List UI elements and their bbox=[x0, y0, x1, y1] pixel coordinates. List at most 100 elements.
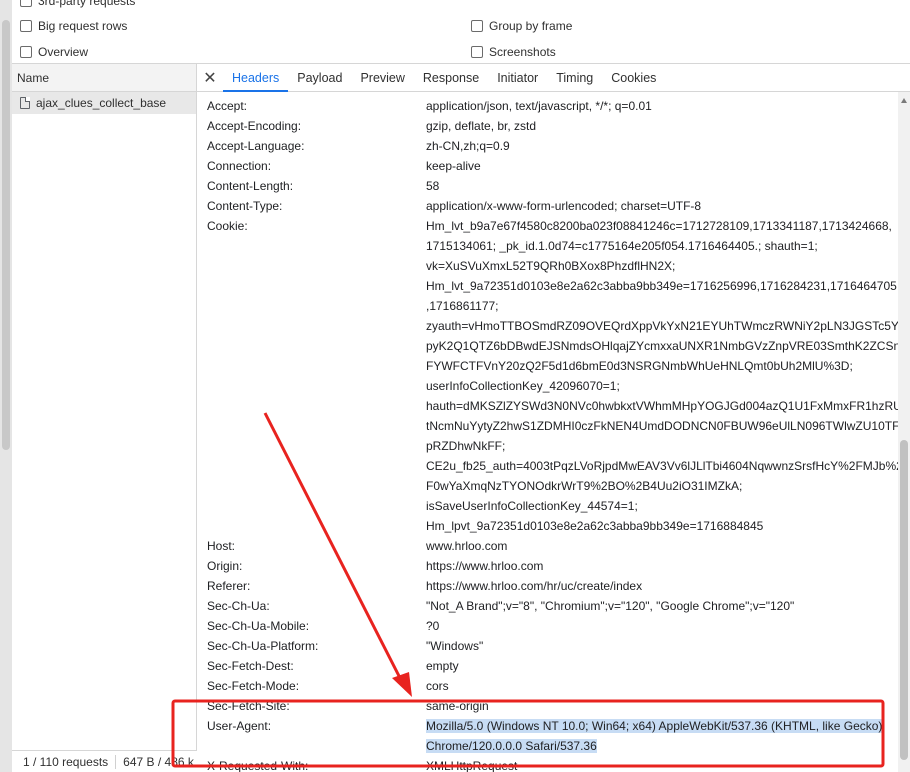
header-value: ?0 bbox=[426, 619, 440, 633]
header-name: Accept: bbox=[207, 99, 248, 113]
cookie-line: vk=XuSVuXmxL52T9QRh0BXox8PhzdflHN2X; bbox=[426, 259, 676, 273]
document-icon bbox=[20, 97, 30, 109]
transferred-size: 647 B / 486 k bbox=[123, 754, 194, 769]
checkbox[interactable] bbox=[20, 20, 32, 32]
close-icon[interactable]: ✕ bbox=[197, 64, 223, 91]
option-label: 3rd-party requests bbox=[38, 0, 136, 8]
header-row-content-type: Content-Type: application/x-www-form-urle… bbox=[207, 196, 887, 216]
checkbox[interactable] bbox=[20, 46, 32, 58]
header-value: "Windows" bbox=[426, 639, 484, 653]
tab-headers[interactable]: Headers bbox=[223, 64, 289, 92]
header-value: https://www.hrloo.com bbox=[426, 559, 544, 573]
header-name: Content-Length: bbox=[207, 179, 294, 193]
left-scrollbar-thumb[interactable] bbox=[2, 20, 10, 450]
header-name: Sec-Ch-Ua-Platform: bbox=[207, 639, 319, 653]
header-name: Referer: bbox=[207, 579, 251, 593]
tab-label: Initiator bbox=[497, 70, 539, 85]
cookie-line: Hm_lvt_b9a7e67f4580c8200ba023f08841246c=… bbox=[426, 219, 892, 233]
details-scrollbar[interactable] bbox=[898, 92, 910, 772]
cookie-line: 1715134061; _pk_id.1.0d74=c1775164e205f0… bbox=[426, 239, 818, 253]
cookie-line: FYWFCTFVnY20zQ2F5d1d6bmE0d3NSRGNmbWhUeHN… bbox=[426, 359, 853, 373]
header-value: https://www.hrloo.com/hr/uc/create/index bbox=[426, 579, 643, 593]
checkbox[interactable] bbox=[471, 20, 483, 32]
request-headers-list: Accept: application/json, text/javascript… bbox=[207, 96, 909, 772]
tab-payload[interactable]: Payload bbox=[288, 64, 351, 91]
tab-label: Cookies bbox=[611, 70, 657, 85]
header-name: Sec-Fetch-Dest: bbox=[207, 659, 294, 673]
header-row-referer: Referer: https://www.hrloo.com/hr/uc/crea… bbox=[207, 576, 887, 596]
header-row-accept-language: Accept-Language: zh-CN,zh;q=0.9 bbox=[207, 136, 887, 156]
cookie-line: CE2u_fb25_auth=4003tPqzLVoRjpdMwEAV3Vv6l… bbox=[426, 459, 903, 473]
tab-initiator[interactable]: Initiator bbox=[488, 64, 547, 91]
header-row-origin: Origin: https://www.hrloo.com bbox=[207, 556, 887, 576]
status-bar: 1 / 110 requests 647 B / 486 k bbox=[12, 750, 197, 772]
header-row-sec-ch-ua-mobile: Sec-Ch-Ua-Mobile: ?0 bbox=[207, 616, 887, 636]
option-big-request-rows[interactable]: Big request rows bbox=[20, 16, 127, 36]
header-name: Sec-Ch-Ua: bbox=[207, 599, 270, 613]
tab-preview[interactable]: Preview bbox=[351, 64, 413, 91]
header-name: Accept-Language: bbox=[207, 139, 305, 153]
header-value: "Not_A Brand";v="8", "Chromium";v="120",… bbox=[426, 599, 795, 613]
header-row-sec-ch-ua-platform: Sec-Ch-Ua-Platform: "Windows" bbox=[207, 636, 887, 656]
header-name: Accept-Encoding: bbox=[207, 119, 302, 133]
header-row-sec-fetch-mode: Sec-Fetch-Mode: cors bbox=[207, 676, 887, 696]
checkbox[interactable] bbox=[471, 46, 483, 58]
header-name: Connection: bbox=[207, 159, 272, 173]
name-column-header[interactable]: Name bbox=[12, 64, 196, 92]
header-name: Content-Type: bbox=[207, 199, 283, 213]
tab-response[interactable]: Response bbox=[414, 64, 488, 91]
option-label: Screenshots bbox=[489, 45, 556, 59]
header-row-accept: Accept: application/json, text/javascript… bbox=[207, 96, 887, 116]
tab-label: Payload bbox=[297, 70, 343, 85]
header-value: Mozilla/5.0 (Windows NT 10.0; Win64; x64… bbox=[426, 716, 886, 756]
header-row-x-requested-with: X-Requested-With: XMLHttpRequest bbox=[207, 756, 887, 772]
option-screenshots[interactable]: Screenshots bbox=[471, 42, 556, 62]
header-value: cors bbox=[426, 679, 449, 693]
header-value: www.hrloo.com bbox=[426, 539, 508, 553]
scroll-up-icon[interactable] bbox=[901, 98, 907, 103]
cookie-line: hauth=dMKSZlZYSWd3N0NVc0hwbkxtVWhmMHpYOG… bbox=[426, 399, 902, 413]
header-row-user-agent: User-Agent: Mozilla/5.0 (Windows NT 10.0… bbox=[207, 716, 887, 756]
tab-label: Preview bbox=[360, 70, 405, 85]
header-name: Sec-Fetch-Site: bbox=[207, 699, 290, 713]
header-value: gzip, deflate, br, zstd bbox=[426, 119, 537, 133]
cookie-line: pyK2Q1QTZ6bDBwdEJSNmdsOHlqajZYcmxxaUNXR1… bbox=[426, 339, 909, 353]
cookie-line: tNcmNuYytyZ2hwS1ZDMHI0czFkNEN4UmdDODNCN0… bbox=[426, 419, 900, 433]
header-name: Host: bbox=[207, 539, 236, 553]
left-scrollbar[interactable] bbox=[0, 0, 12, 772]
option-label: Group by frame bbox=[489, 19, 573, 33]
cookie-line: pRZDhwNkFF; bbox=[426, 439, 506, 453]
option-label: Overview bbox=[38, 45, 89, 59]
user-agent-line: Mozilla/5.0 (Windows NT 10.0; Win64; x64… bbox=[426, 719, 883, 733]
cookie-line: userInfoCollectionKey_42096070=1; bbox=[426, 379, 620, 393]
details-tab-bar: ✕ Headers Payload Preview Response Initi… bbox=[197, 64, 910, 92]
cookie-line: Hm_lvt_9a72351d0103e8e2a62c3abba9bb349e=… bbox=[426, 279, 897, 293]
name-header-label: Name bbox=[17, 70, 50, 85]
request-name: ajax_clues_collect_base bbox=[36, 96, 167, 110]
header-name: Sec-Ch-Ua-Mobile: bbox=[207, 619, 310, 633]
checkbox[interactable] bbox=[20, 0, 32, 7]
header-name: Origin: bbox=[207, 559, 243, 573]
tab-label: Headers bbox=[232, 70, 280, 85]
header-row-connection: Connection: keep-alive bbox=[207, 156, 887, 176]
tab-timing[interactable]: Timing bbox=[547, 64, 602, 91]
tab-label: Timing bbox=[556, 70, 594, 85]
network-options: 3rd-party requests Big request rows Over… bbox=[12, 0, 910, 64]
header-value: Hm_lvt_b9a7e67f4580c8200ba023f08841246c=… bbox=[426, 216, 909, 536]
tab-cookies[interactable]: Cookies bbox=[602, 64, 665, 91]
cookie-line: ,1716861177; bbox=[426, 299, 499, 313]
status-divider bbox=[115, 754, 117, 769]
header-row-cookie: Cookie: Hm_lvt_b9a7e67f4580c8200ba023f08… bbox=[207, 216, 909, 536]
header-row-sec-ch-ua: Sec-Ch-Ua: "Not_A Brand";v="8", "Chromium… bbox=[207, 596, 887, 616]
header-name: Cookie: bbox=[207, 219, 248, 233]
request-row[interactable]: ajax_clues_collect_base bbox=[12, 92, 196, 114]
cookie-line: Hm_lpvt_9a72351d0103e8e2a62c3abba9bb349e… bbox=[426, 519, 764, 533]
option-group-by-frame[interactable]: Group by frame bbox=[471, 16, 572, 36]
details-scrollbar-thumb[interactable] bbox=[900, 440, 908, 760]
option-overview[interactable]: Overview bbox=[20, 42, 88, 62]
cookie-line: isSaveUserInfoCollectionKey_44574=1; bbox=[426, 499, 638, 513]
option-third-party[interactable]: 3rd-party requests bbox=[20, 0, 135, 11]
header-value: application/x-www-form-urlencoded; chars… bbox=[426, 199, 702, 213]
header-row-host: Host: www.hrloo.com bbox=[207, 536, 887, 556]
header-row-accept-encoding: Accept-Encoding: gzip, deflate, br, zstd bbox=[207, 116, 887, 136]
